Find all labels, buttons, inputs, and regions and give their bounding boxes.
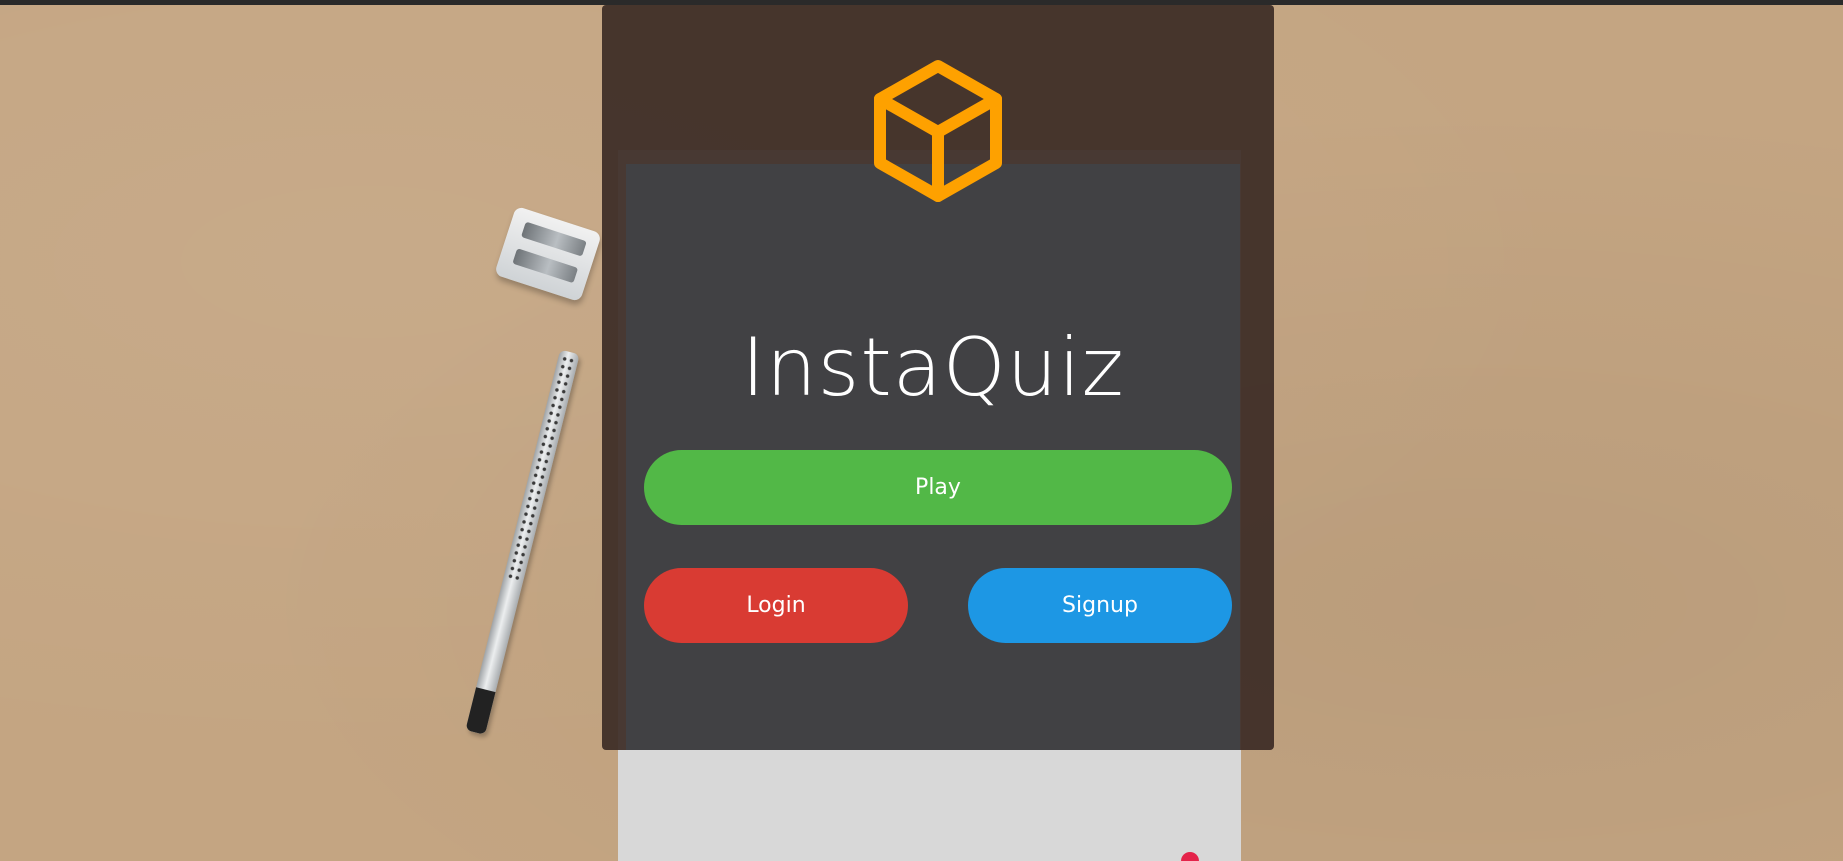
app-title: InstaQuiz bbox=[741, 321, 1125, 414]
signup-button-label: Signup bbox=[1062, 593, 1138, 618]
cube-icon bbox=[874, 60, 1002, 202]
sharpener-blade bbox=[520, 221, 587, 257]
login-button-label: Login bbox=[746, 593, 806, 618]
signup-button[interactable]: Signup bbox=[968, 568, 1232, 643]
login-button[interactable]: Login bbox=[644, 568, 908, 643]
play-button-label: Play bbox=[915, 475, 961, 500]
play-button[interactable]: Play bbox=[644, 450, 1232, 525]
sharpener-blade bbox=[512, 248, 579, 284]
